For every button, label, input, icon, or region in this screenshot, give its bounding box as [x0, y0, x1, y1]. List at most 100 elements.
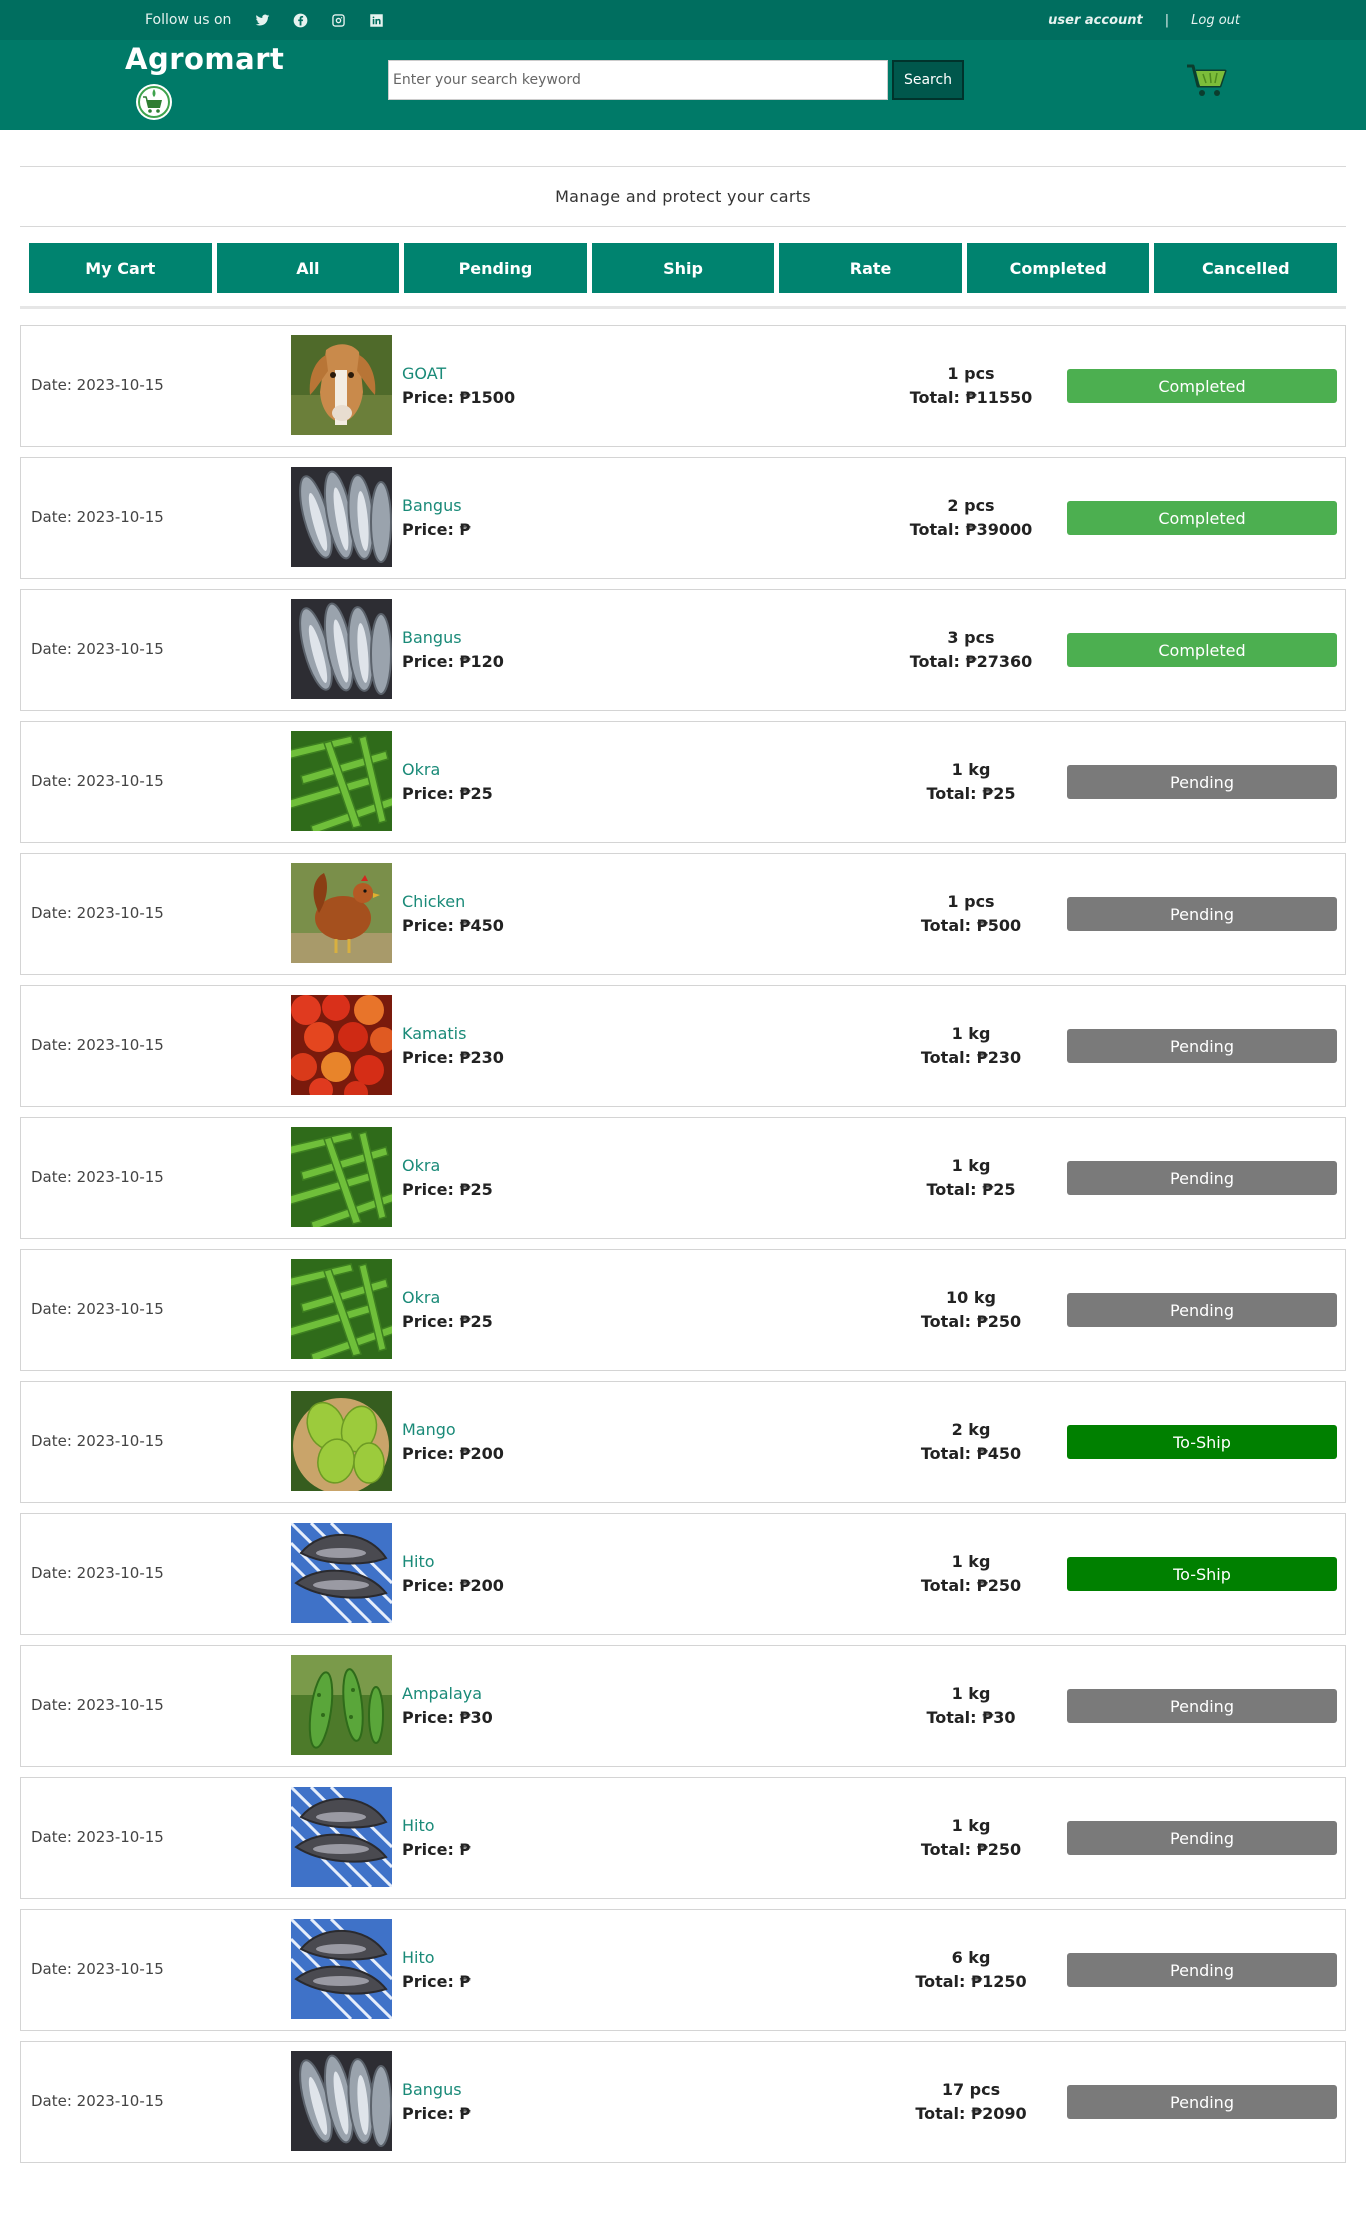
linkedin-icon[interactable]: [365, 9, 387, 31]
order-quantity: 1 pcs: [947, 364, 995, 383]
status-badge[interactable]: Pending: [1067, 2085, 1337, 2119]
order-quantity: 1 kg: [951, 1684, 991, 1703]
product-name[interactable]: Mango: [402, 1420, 456, 1439]
product-name[interactable]: Bangus: [402, 496, 462, 515]
order-row: Date: 2023-10-15 GOAT Price: ₱1500 1 pcs…: [20, 325, 1346, 447]
order-total: Total: ₱2090: [915, 2104, 1027, 2123]
product-name[interactable]: Hito: [402, 1816, 435, 1835]
product-price: Price: ₱: [402, 1972, 471, 1991]
tab-all[interactable]: All: [216, 243, 400, 293]
order-row: Date: 2023-10-15 Okra Price: ₱25 10 kg T…: [20, 1249, 1346, 1371]
tab-pending[interactable]: Pending: [404, 243, 587, 293]
manage-banner: Manage and protect your carts: [20, 166, 1346, 227]
logout-link[interactable]: Log out: [1191, 13, 1240, 28]
product-image-mango[interactable]: [291, 1391, 392, 1491]
search-button[interactable]: Search: [892, 60, 964, 100]
brand-name[interactable]: Agromart: [125, 42, 284, 76]
order-list: Date: 2023-10-15 GOAT Price: ₱1500 1 pcs…: [20, 325, 1346, 2163]
product-price: Price: ₱25: [402, 784, 493, 803]
status-badge[interactable]: Pending: [1067, 1029, 1337, 1063]
product-name[interactable]: Hito: [402, 1948, 435, 1967]
order-total: Total: ₱500: [920, 916, 1022, 935]
separator: |: [1164, 12, 1170, 28]
order-date: Date: 2023-10-15: [31, 772, 164, 790]
product-price: Price: ₱450: [402, 916, 504, 935]
status-badge[interactable]: To-Ship: [1067, 1557, 1337, 1591]
status-badge[interactable]: Pending: [1067, 765, 1337, 799]
product-image-catfish[interactable]: [291, 1523, 392, 1623]
product-image-catfish[interactable]: [291, 1787, 392, 1887]
product-price: Price: ₱: [402, 1840, 471, 1859]
status-badge[interactable]: Pending: [1067, 1161, 1337, 1195]
follow-label: Follow us on: [145, 12, 232, 28]
order-total: Total: ₱25: [926, 1180, 1016, 1199]
product-name[interactable]: Okra: [402, 760, 440, 779]
order-quantity: 1 kg: [951, 1156, 991, 1175]
status-badge[interactable]: Completed: [1067, 369, 1337, 403]
order-total: Total: ₱230: [920, 1048, 1022, 1067]
order-row: Date: 2023-10-15 Bangus Price: ₱ 17 pcs …: [20, 2041, 1346, 2163]
product-image-fish[interactable]: [291, 599, 392, 699]
order-date: Date: 2023-10-15: [31, 1432, 164, 1450]
product-price: Price: ₱30: [402, 1708, 493, 1727]
brand-logo-icon[interactable]: [136, 84, 172, 120]
tab-my-cart[interactable]: My Cart: [29, 243, 212, 293]
tab-completed[interactable]: Completed: [966, 243, 1150, 293]
order-row: Date: 2023-10-15 Hito Price: ₱ 1 kg Tota…: [20, 1777, 1346, 1899]
status-badge[interactable]: Completed: [1067, 633, 1337, 667]
status-badge[interactable]: Pending: [1067, 897, 1337, 931]
facebook-icon[interactable]: [289, 9, 311, 31]
order-row: Date: 2023-10-15 Ampalaya Price: ₱30 1 k…: [20, 1645, 1346, 1767]
product-name[interactable]: Chicken: [402, 892, 465, 911]
order-row: Date: 2023-10-15 Okra Price: ₱25 1 kg To…: [20, 1117, 1346, 1239]
order-quantity: 10 kg: [946, 1288, 996, 1307]
tab-rate[interactable]: Rate: [779, 243, 962, 293]
status-badge[interactable]: Pending: [1067, 1293, 1337, 1327]
order-quantity: 2 kg: [951, 1420, 991, 1439]
order-quantity: 1 kg: [951, 760, 991, 779]
product-name[interactable]: Hito: [402, 1552, 435, 1571]
status-badge[interactable]: Pending: [1067, 1689, 1337, 1723]
product-name[interactable]: Bangus: [402, 628, 462, 647]
product-image-okra[interactable]: [291, 1259, 392, 1359]
status-badge[interactable]: Pending: [1067, 1821, 1337, 1855]
product-image-okra[interactable]: [291, 1127, 392, 1227]
user-account-link[interactable]: user account: [1048, 13, 1143, 28]
status-badge[interactable]: Completed: [1067, 501, 1337, 535]
status-badge[interactable]: To-Ship: [1067, 1425, 1337, 1459]
order-row: Date: 2023-10-15 Okra Price: ₱25 1 kg To…: [20, 721, 1346, 843]
product-image-catfish[interactable]: [291, 1919, 392, 2019]
order-total: Total: ₱1250: [915, 1972, 1027, 1991]
product-name[interactable]: Okra: [402, 1156, 440, 1175]
product-image-okra[interactable]: [291, 731, 392, 831]
product-name[interactable]: Kamatis: [402, 1024, 466, 1043]
order-total: Total: ₱250: [920, 1840, 1022, 1859]
order-date: Date: 2023-10-15: [31, 1168, 164, 1186]
order-total: Total: ₱30: [926, 1708, 1016, 1727]
search-input[interactable]: [388, 60, 888, 100]
status-badge[interactable]: Pending: [1067, 1953, 1337, 1987]
product-name[interactable]: GOAT: [402, 364, 446, 383]
product-name[interactable]: Ampalaya: [402, 1684, 482, 1703]
product-image-goat[interactable]: [291, 335, 392, 435]
top-bar: Follow us on user account | Log out: [0, 0, 1366, 40]
cart-icon[interactable]: [1183, 58, 1229, 100]
tab-ship[interactable]: Ship: [591, 243, 775, 293]
product-name[interactable]: Okra: [402, 1288, 440, 1307]
product-name[interactable]: Bangus: [402, 2080, 462, 2099]
instagram-icon[interactable]: [327, 9, 349, 31]
product-image-chicken[interactable]: [291, 863, 392, 963]
order-date: Date: 2023-10-15: [31, 376, 164, 394]
order-row: Date: 2023-10-15 Hito Price: ₱ 6 kg Tota…: [20, 1909, 1346, 2031]
order-row: Date: 2023-10-15 Hito Price: ₱200 1 kg T…: [20, 1513, 1346, 1635]
product-image-tomato[interactable]: [291, 995, 392, 1095]
order-row: Date: 2023-10-15 Bangus Price: ₱ 2 pcs T…: [20, 457, 1346, 579]
product-price: Price: ₱: [402, 2104, 471, 2123]
product-image-fish[interactable]: [291, 467, 392, 567]
tab-cancelled[interactable]: Cancelled: [1154, 243, 1338, 293]
twitter-icon[interactable]: [251, 9, 273, 31]
product-price: Price: ₱1500: [402, 388, 516, 407]
product-image-ampalaya[interactable]: [291, 1655, 392, 1755]
order-quantity: 17 pcs: [941, 2080, 1001, 2099]
product-image-fish[interactable]: [291, 2051, 392, 2151]
